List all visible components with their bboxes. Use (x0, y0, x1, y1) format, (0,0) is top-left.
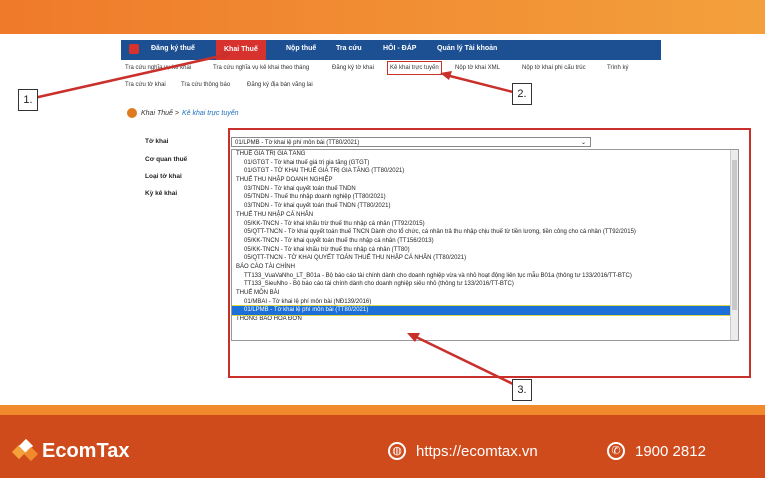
callout-1: 1. (18, 89, 38, 111)
ecomtax-logo: EcomTax (11, 438, 130, 463)
footer-strip (0, 405, 765, 415)
phone-number[interactable]: 1900 2812 (635, 443, 706, 460)
phone-icon: ✆ (607, 442, 625, 460)
arrow-1-head (220, 50, 232, 60)
callout-2: 2. (512, 83, 532, 105)
ecomtax-logo-icon (11, 438, 39, 463)
arrow-2-head (440, 71, 452, 80)
arrow-3 (413, 334, 514, 386)
website-contact[interactable]: ◍ https://ecomtax.vn (388, 442, 538, 460)
callout-3: 3. (512, 379, 532, 401)
arrow-1 (33, 53, 226, 100)
globe-icon: ◍ (388, 442, 406, 460)
arrow-2 (445, 73, 514, 94)
phone-contact[interactable]: ✆ 1900 2812 (607, 442, 706, 460)
website-url[interactable]: https://ecomtax.vn (416, 443, 538, 460)
brand-name: EcomTax (42, 440, 130, 462)
